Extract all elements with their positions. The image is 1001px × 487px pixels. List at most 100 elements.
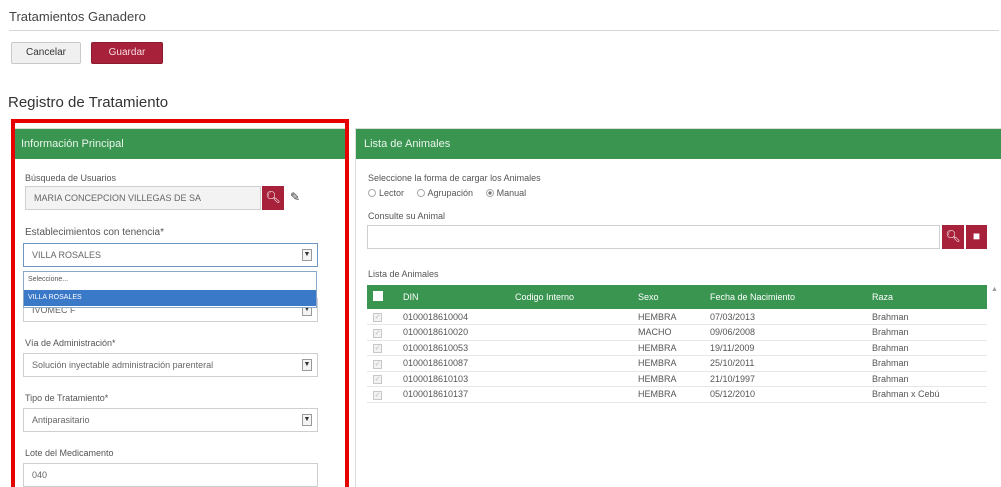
chevron-down-icon[interactable]: ▼: [302, 249, 312, 261]
animal-table: DIN Codigo Interno Sexo Fecha de Nacimie…: [367, 285, 987, 403]
load-method-radio-group: Lector Agrupación Manual: [368, 188, 536, 198]
establishments-label: Establecimientos con tenencia*: [25, 227, 164, 238]
cell-din: 0100018610020: [397, 324, 509, 341]
window-title: Tratamientos Ganadero: [9, 9, 146, 24]
establishments-selected: VILLA ROSALES: [32, 250, 102, 260]
scroll-up-icon[interactable]: ▲: [991, 286, 998, 293]
cell-sexo: HEMBRA: [632, 340, 704, 356]
table-row[interactable]: ✓ 0100018610053 HEMBRA 19/11/2009 Brahma…: [367, 340, 987, 356]
search-icon: 🔍︎: [265, 190, 281, 204]
route-label: Vía de Administración*: [25, 338, 116, 348]
row-checkbox[interactable]: ✓: [373, 328, 382, 338]
column-sexo[interactable]: Sexo: [632, 285, 704, 309]
cell-codigo: [509, 340, 632, 356]
cell-raza: Brahman: [866, 355, 987, 372]
chevron-down-icon[interactable]: ▼: [302, 359, 312, 371]
row-checkbox[interactable]: ✓: [373, 390, 382, 400]
treatment-type-selected: Antiparasitario: [32, 415, 90, 425]
search-user-button[interactable]: 🔍︎: [262, 186, 284, 210]
radio-lector[interactable]: [368, 189, 376, 197]
cell-sexo: HEMBRA: [632, 371, 704, 387]
cell-fecha: 07/03/2013: [704, 309, 866, 325]
row-checkbox[interactable]: ✓: [373, 313, 382, 322]
dropdown-option[interactable]: Seleccione...: [24, 272, 316, 288]
cell-fecha: 05/12/2010: [704, 386, 866, 403]
select-all-cell[interactable]: [367, 285, 397, 309]
treatment-type-label: Tipo de Tratamiento*: [25, 393, 109, 403]
establishments-dropdown[interactable]: Seleccione... VILLA ROSALES: [23, 271, 317, 308]
table-row[interactable]: ✓ 0100018610103 HEMBRA 21/10/1997 Brahma…: [367, 371, 987, 387]
cell-codigo: [509, 371, 632, 387]
cell-raza: Brahman: [866, 309, 987, 325]
cell-fecha: 09/06/2008: [704, 324, 866, 341]
row-checkbox-cell[interactable]: ✓: [367, 340, 397, 356]
row-checkbox-cell[interactable]: ✓: [367, 355, 397, 372]
cell-din: 0100018610087: [397, 355, 509, 372]
cell-sexo: HEMBRA: [632, 309, 704, 325]
cell-sexo: HEMBRA: [632, 386, 704, 403]
animal-query-input[interactable]: [367, 225, 940, 249]
table-header-row: DIN Codigo Interno Sexo Fecha de Nacimie…: [367, 285, 987, 309]
table-row[interactable]: ✓ 0100018610004 HEMBRA 07/03/2013 Brahma…: [367, 309, 987, 325]
row-checkbox-cell[interactable]: ✓: [367, 371, 397, 387]
cell-raza: Brahman: [866, 324, 987, 341]
cell-codigo: [509, 386, 632, 403]
table-row[interactable]: ✓ 0100018610020 MACHO 09/06/2008 Brahman: [367, 324, 987, 341]
cell-raza: Brahman x Cebú: [866, 386, 987, 403]
row-checkbox[interactable]: ✓: [373, 344, 382, 354]
cancel-button[interactable]: Cancelar: [11, 42, 81, 64]
search-icon: 🔍︎: [945, 229, 961, 243]
column-raza[interactable]: Raza: [866, 285, 987, 309]
select-all-checkbox[interactable]: [373, 291, 383, 301]
chevron-down-icon[interactable]: ▼: [302, 414, 312, 426]
cell-codigo: [509, 355, 632, 372]
radio-manual-label: Manual: [496, 188, 527, 198]
table-row[interactable]: ✓ 0100018610087 HEMBRA 25/10/2011 Brahma…: [367, 355, 987, 372]
page-title: Registro de Tratamiento: [8, 94, 169, 111]
cell-sexo: HEMBRA: [632, 355, 704, 372]
animal-list-header: Lista de Animales: [356, 129, 1001, 159]
cell-din: 0100018610053: [397, 340, 509, 356]
save-button[interactable]: Guardar: [91, 42, 163, 64]
animal-table-label: Lista de Animales: [368, 269, 439, 279]
clear-eraser-icon[interactable]: ✎: [290, 190, 300, 204]
user-search-label: Búsqueda de Usuarios: [25, 173, 117, 183]
row-checkbox[interactable]: ✓: [373, 359, 382, 369]
row-checkbox[interactable]: ✓: [373, 375, 382, 385]
establishments-select[interactable]: VILLA ROSALES ▼: [23, 243, 318, 267]
column-din[interactable]: DIN: [397, 285, 509, 309]
main-info-header: Información Principal: [13, 129, 346, 159]
cell-din: 0100018610137: [397, 386, 509, 403]
dropdown-option-selected[interactable]: VILLA ROSALES: [24, 290, 316, 306]
load-method-label: Seleccione la forma de cargar los Animal…: [368, 173, 541, 183]
cell-fecha: 19/11/2009: [704, 340, 866, 356]
column-fecha[interactable]: Fecha de Nacimiento: [704, 285, 866, 309]
cell-din: 0100018610004: [397, 309, 509, 325]
column-codigo[interactable]: Codigo Interno: [509, 285, 632, 309]
open-folder-button[interactable]: ■: [966, 225, 987, 249]
cell-sexo: MACHO: [632, 324, 704, 341]
folder-icon: ■: [972, 229, 981, 243]
batch-label: Lote del Medicamento: [25, 448, 114, 458]
search-animal-button[interactable]: 🔍︎: [942, 225, 964, 249]
radio-lector-label: Lector: [379, 188, 405, 198]
table-row[interactable]: ✓ 0100018610137 HEMBRA 05/12/2010 Brahma…: [367, 386, 987, 403]
radio-manual[interactable]: [485, 189, 494, 197]
row-checkbox-cell[interactable]: ✓: [367, 324, 397, 341]
treatment-type-select[interactable]: Antiparasitario ▼: [23, 408, 318, 432]
cell-fecha: 21/10/1997: [704, 371, 866, 387]
row-checkbox-cell[interactable]: ✓: [367, 386, 397, 403]
cell-codigo: [509, 324, 632, 341]
title-divider: [9, 30, 999, 31]
route-selected: Solución inyectable administración paren…: [32, 360, 214, 370]
route-select[interactable]: Solución inyectable administración paren…: [23, 353, 318, 377]
cell-fecha: 25/10/2011: [704, 355, 866, 372]
batch-input[interactable]: 040: [23, 463, 318, 487]
row-checkbox-cell[interactable]: ✓: [367, 309, 397, 325]
cell-raza: Brahman: [866, 340, 987, 356]
user-search-input[interactable]: MARIA CONCEPCION VILLEGAS DE SA: [25, 186, 261, 210]
animal-query-label: Consulte su Animal: [368, 211, 446, 221]
radio-agrupacion[interactable]: [416, 189, 425, 197]
cell-codigo: [509, 309, 632, 325]
cell-raza: Brahman: [866, 371, 987, 387]
